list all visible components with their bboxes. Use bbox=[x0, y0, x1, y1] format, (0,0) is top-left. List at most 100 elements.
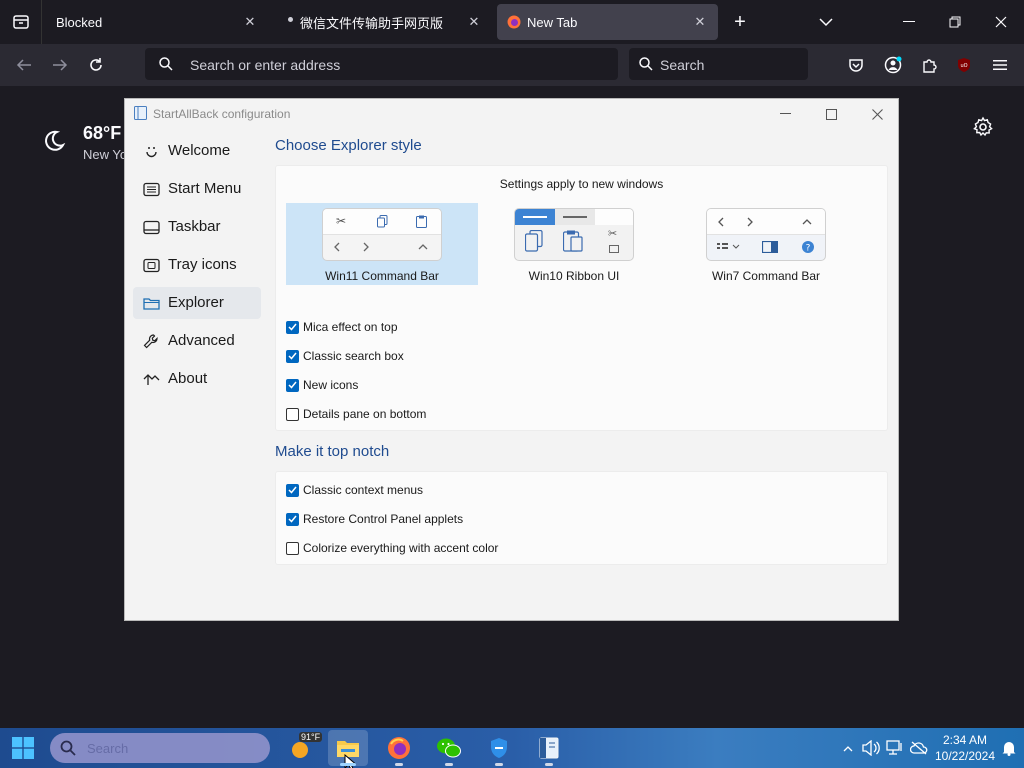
wrench-icon bbox=[143, 334, 158, 349]
extensions-button[interactable] bbox=[915, 51, 943, 79]
restore-icon bbox=[949, 16, 961, 28]
forward-arrow-icon bbox=[53, 59, 68, 71]
windows-logo-icon bbox=[12, 737, 34, 759]
checkbox-mica-effect[interactable]: Mica effect on top bbox=[286, 318, 398, 336]
gear-icon bbox=[973, 116, 993, 137]
shield-icon bbox=[491, 738, 507, 758]
minimize-button[interactable] bbox=[886, 0, 932, 44]
nav-item-about[interactable]: About bbox=[133, 363, 261, 395]
chevron-right-icon bbox=[363, 242, 369, 252]
address-bar[interactable]: Search or enter address bbox=[145, 48, 618, 80]
newtab-settings-button[interactable] bbox=[970, 114, 996, 140]
start-button[interactable] bbox=[3, 730, 43, 766]
taskbar-security[interactable] bbox=[479, 730, 519, 766]
minimize-icon bbox=[779, 113, 791, 114]
minimize-icon bbox=[903, 21, 915, 22]
chevron-down-icon bbox=[819, 18, 833, 27]
sab-close-button[interactable] bbox=[854, 99, 900, 129]
taskbar-firefox[interactable] bbox=[379, 730, 419, 766]
back-arrow-icon bbox=[16, 59, 31, 71]
start-menu-icon bbox=[143, 182, 160, 197]
search-icon bbox=[159, 57, 173, 71]
taskbar-startallback[interactable] bbox=[529, 730, 569, 766]
checkbox-checked-icon[interactable] bbox=[286, 320, 299, 334]
nav-item-advanced[interactable]: Advanced bbox=[133, 325, 261, 357]
restore-button[interactable] bbox=[932, 0, 978, 44]
nav-label: Welcome bbox=[168, 142, 231, 159]
checkbox-checked-icon[interactable] bbox=[286, 378, 299, 392]
close-tab-icon[interactable]: ✕ bbox=[690, 12, 710, 32]
list-all-tabs-button[interactable] bbox=[803, 0, 849, 44]
sab-minimize-button[interactable] bbox=[762, 99, 808, 129]
tab-wechat[interactable]: 微信文件传输助手网页版 ✕ bbox=[276, 4, 492, 40]
checkbox-unchecked-icon[interactable] bbox=[286, 407, 299, 421]
sab-maximize-button[interactable] bbox=[808, 99, 854, 129]
copy-icon bbox=[377, 215, 388, 228]
clock-date: 10/22/2024 bbox=[934, 749, 996, 763]
back-button[interactable] bbox=[10, 51, 38, 79]
win7-preview: ? bbox=[706, 208, 826, 261]
tab-title: Blocked bbox=[56, 14, 103, 30]
close-tab-icon[interactable]: ✕ bbox=[240, 12, 260, 32]
checkbox-classic-context-menus[interactable]: Classic context menus bbox=[286, 481, 423, 499]
browser-tab-strip: Blocked ✕ 微信文件传输助手网页版 ✕ New Tab ✕ + bbox=[0, 0, 1024, 44]
show-hidden-icons-button[interactable] bbox=[838, 728, 858, 768]
search-placeholder: Search bbox=[660, 57, 705, 73]
reload-button[interactable] bbox=[82, 51, 110, 79]
settings-note: Settings apply to new windows bbox=[499, 177, 664, 191]
close-icon bbox=[871, 108, 883, 120]
nav-item-start-menu[interactable]: Start Menu bbox=[133, 173, 261, 205]
volume-button[interactable] bbox=[860, 728, 882, 768]
checkbox-details-pane[interactable]: Details pane on bottom bbox=[286, 405, 426, 423]
style-option-win11[interactable]: ✂ Win11 Command Bar bbox=[286, 203, 478, 285]
taskbar-weather[interactable]: 91°F bbox=[281, 730, 323, 766]
sab-title-bar[interactable]: StartAllBack configuration bbox=[125, 99, 898, 129]
notifications-button[interactable] bbox=[1000, 728, 1018, 768]
nav-label: Tray icons bbox=[168, 256, 237, 273]
moon-icon bbox=[45, 130, 66, 151]
new-tab-button[interactable]: + bbox=[718, 0, 762, 44]
checkbox-colorize-accent[interactable]: Colorize everything with accent color bbox=[286, 539, 498, 557]
app-menu-button[interactable] bbox=[986, 51, 1014, 79]
address-placeholder: Search or enter address bbox=[190, 57, 341, 73]
onedrive-button[interactable] bbox=[908, 728, 930, 768]
nav-item-welcome[interactable]: Welcome bbox=[133, 135, 261, 167]
nav-label: Start Menu bbox=[168, 180, 242, 197]
tab-list-button[interactable] bbox=[0, 0, 42, 44]
nav-item-tray-icons[interactable]: Tray icons bbox=[133, 249, 261, 281]
chevron-up-icon bbox=[418, 244, 428, 250]
style-option-win10[interactable]: ✂ Win10 Ribbon UI bbox=[478, 203, 670, 285]
ublock-button[interactable]: uO bbox=[950, 51, 978, 79]
taskbar-file-explorer[interactable] bbox=[328, 730, 368, 768]
checkbox-checked-icon[interactable] bbox=[286, 512, 299, 526]
cut-icon: ✂ bbox=[336, 214, 347, 228]
tab-blocked[interactable]: Blocked ✕ bbox=[44, 4, 268, 40]
style-option-win7[interactable]: ? Win7 Command Bar bbox=[670, 203, 862, 285]
taskbar-search-box[interactable]: Search bbox=[50, 733, 270, 763]
checkbox-classic-search-box[interactable]: Classic search box bbox=[286, 347, 404, 365]
network-button[interactable] bbox=[884, 728, 906, 768]
checkbox-restore-control-panel[interactable]: Restore Control Panel applets bbox=[286, 510, 463, 528]
nav-item-explorer[interactable]: Explorer bbox=[133, 287, 261, 319]
chevron-right-icon bbox=[747, 217, 753, 227]
checkbox-new-icons[interactable]: New icons bbox=[286, 376, 358, 394]
account-button[interactable] bbox=[879, 51, 907, 79]
tab-new-tab[interactable]: New Tab ✕ bbox=[497, 4, 718, 40]
taskbar-wechat[interactable] bbox=[429, 730, 469, 766]
close-tab-icon[interactable]: ✕ bbox=[464, 12, 484, 32]
search-bar[interactable]: Search bbox=[629, 48, 808, 80]
reload-icon bbox=[90, 58, 102, 71]
taskbar-clock[interactable]: 2:34 AM 10/22/2024 bbox=[930, 732, 1000, 764]
help-icon: ? bbox=[802, 241, 814, 253]
running-indicator bbox=[445, 763, 453, 766]
checkbox-unchecked-icon[interactable] bbox=[286, 541, 299, 555]
forward-button[interactable] bbox=[46, 51, 74, 79]
svg-text:uO: uO bbox=[960, 63, 967, 69]
running-indicator bbox=[545, 763, 553, 766]
close-window-button[interactable] bbox=[978, 0, 1024, 44]
checkbox-checked-icon[interactable] bbox=[286, 349, 299, 363]
checkbox-checked-icon[interactable] bbox=[286, 483, 299, 497]
pocket-button[interactable] bbox=[842, 51, 870, 79]
firefox-icon bbox=[388, 737, 410, 759]
nav-item-taskbar[interactable]: Taskbar bbox=[133, 211, 261, 243]
